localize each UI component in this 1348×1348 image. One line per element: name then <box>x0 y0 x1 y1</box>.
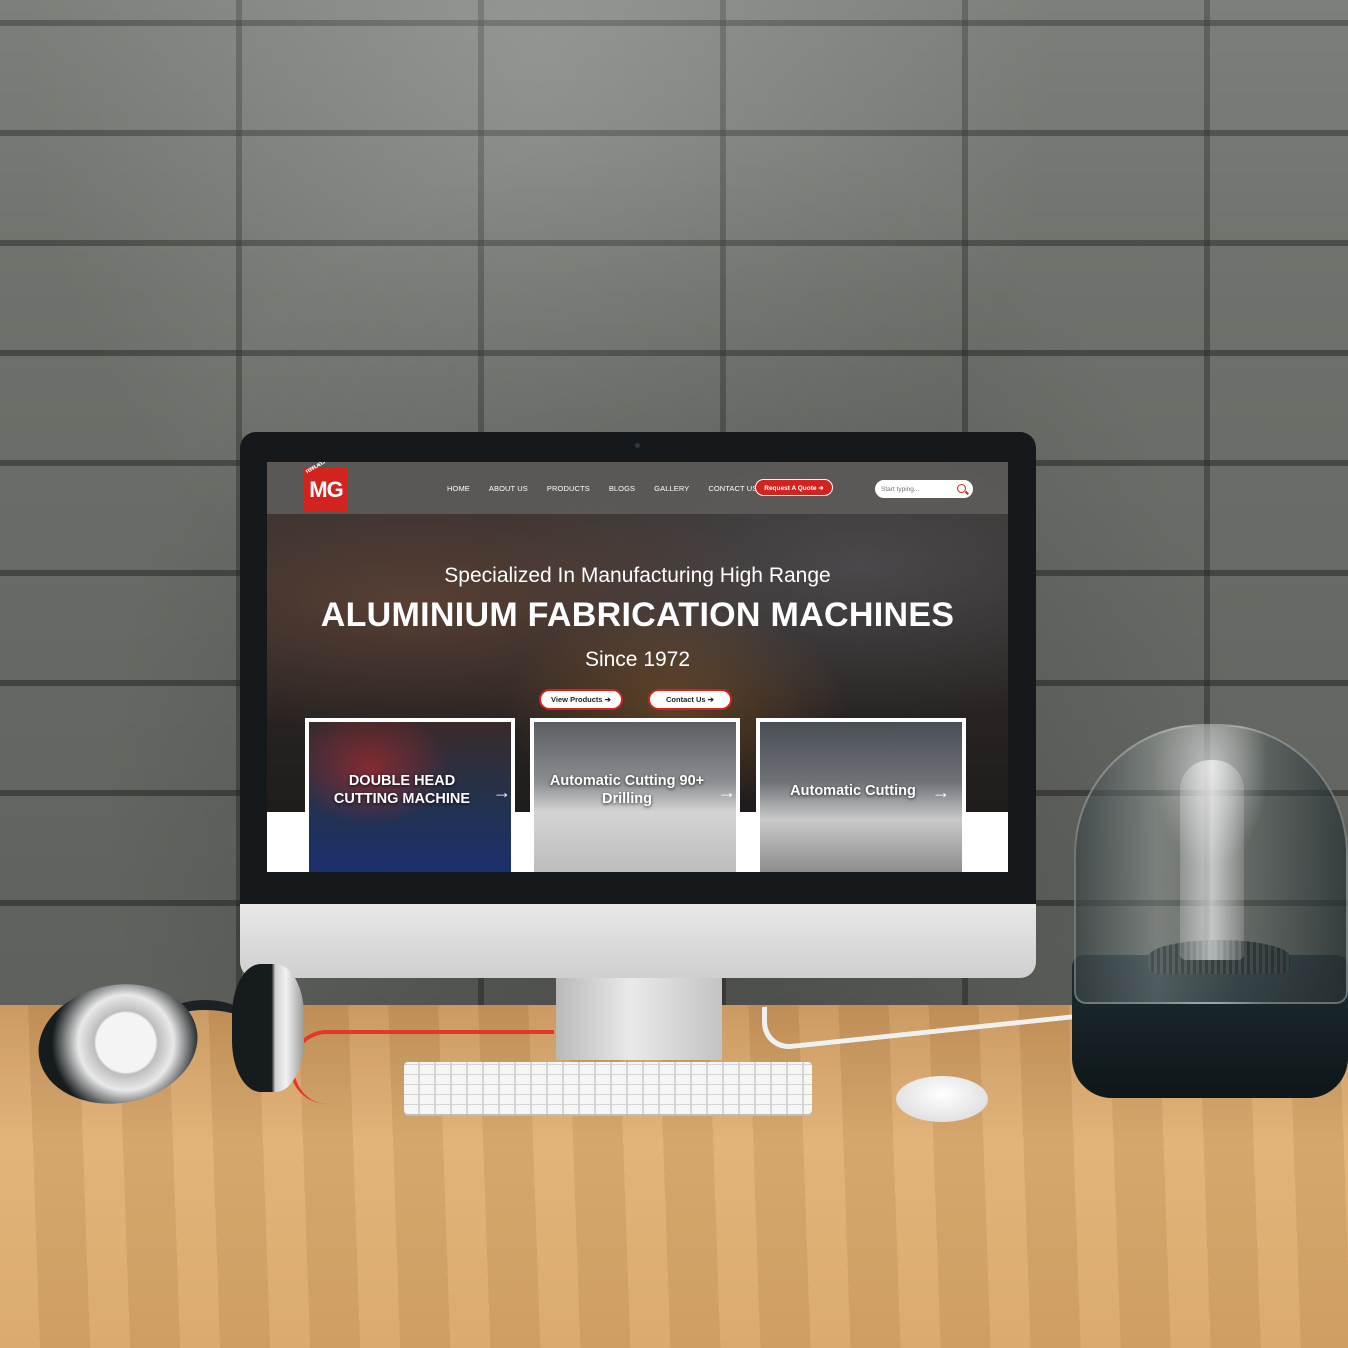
nav-home[interactable]: HOME <box>447 484 470 493</box>
nav-blogs[interactable]: BLOGS <box>609 484 635 493</box>
nav-about-us[interactable]: ABOUT US <box>489 484 528 493</box>
website-screen: PERFILADORAS MG HOME ABOUT US PRODUCTS B… <box>267 462 1008 872</box>
main-nav: HOME ABOUT US PRODUCTS BLOGS GALLERY CON… <box>447 484 776 493</box>
arrow-right-icon[interactable]: → <box>718 782 736 803</box>
headphone-right-cup <box>232 964 304 1092</box>
arrow-right-icon[interactable]: → <box>493 782 511 803</box>
monitor-stand <box>556 978 722 1060</box>
card-title: DOUBLE HEAD CUTTING MACHINE <box>333 773 471 807</box>
logo-tagline: PERFILADORAS <box>305 462 332 476</box>
search-box <box>875 480 973 498</box>
hero-since: Since 1972 <box>584 648 691 671</box>
search-input[interactable] <box>881 483 951 495</box>
hero-title: ALUMINIUM FABRICATION MACHINES <box>320 596 955 634</box>
product-card-double-head[interactable]: DOUBLE HEAD CUTTING MACHINE → <box>305 718 515 872</box>
nav-products[interactable]: PRODUCTS <box>547 484 590 493</box>
camera-dot <box>635 443 640 448</box>
site-logo[interactable]: PERFILADORAS MG <box>304 462 348 511</box>
navbar: PERFILADORAS MG HOME ABOUT US PRODUCTS B… <box>267 462 1008 514</box>
hero-subtitle: Specialized In Manufacturing High Range <box>444 564 831 587</box>
contact-us-button[interactable]: Contact Us ➔ <box>648 689 732 710</box>
product-card-cutting-drilling[interactable]: Automatic Cutting 90+ Drilling → <box>530 718 740 872</box>
speaker-core <box>1180 760 1244 960</box>
product-card-automatic-cutting[interactable]: Automatic Cutting → <box>756 718 966 872</box>
keyboard <box>404 1062 812 1114</box>
nav-gallery[interactable]: GALLERY <box>654 484 689 493</box>
request-quote-button[interactable]: Request A Quote ➔ <box>755 479 833 496</box>
card-title: Automatic Cutting 90+ Drilling <box>549 773 705 807</box>
logo-text: MG <box>309 476 343 502</box>
card-title: Automatic Cutting <box>790 783 916 799</box>
arrow-right-icon[interactable]: → <box>932 782 950 803</box>
mouse <box>896 1076 988 1122</box>
nav-contact-us[interactable]: CONTACT US <box>708 484 757 493</box>
search-icon[interactable] <box>957 484 966 493</box>
monitor-chin <box>240 904 1036 978</box>
view-products-button[interactable]: View Products ➔ <box>539 689 623 710</box>
